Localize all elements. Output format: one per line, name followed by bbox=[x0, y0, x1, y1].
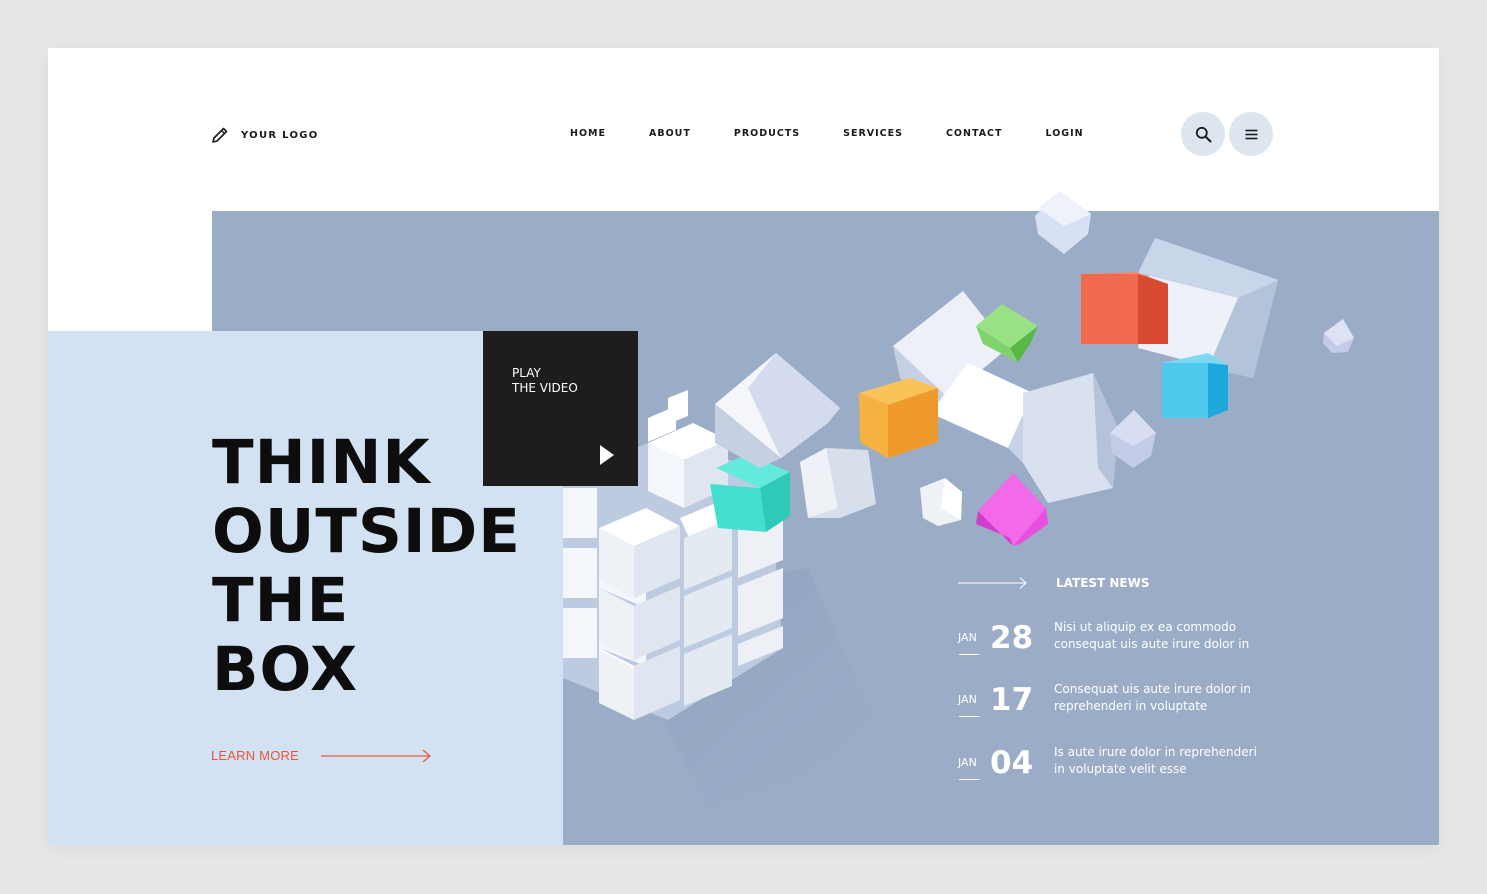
page-frame: YOUR LOGO HOME ABOUT PRODUCTS SERVICES C… bbox=[48, 48, 1439, 845]
logo-text: YOUR LOGO bbox=[241, 129, 319, 141]
nav-contact[interactable]: CONTACT bbox=[946, 128, 1003, 139]
main-nav: HOME ABOUT PRODUCTS SERVICES CONTACT LOG… bbox=[570, 128, 1127, 139]
news-item[interactable]: JAN 04 Is aute irure dolor in reprehende… bbox=[958, 745, 1278, 799]
video-label-line-1: PLAY bbox=[512, 366, 541, 380]
nav-home[interactable]: HOME bbox=[570, 128, 606, 139]
nav-services[interactable]: SERVICES bbox=[843, 128, 903, 139]
search-icon bbox=[1195, 126, 1211, 142]
news-item[interactable]: JAN 28 Nisi ut aliquip ex ea commodo con… bbox=[958, 620, 1278, 674]
news-date-underline bbox=[959, 654, 979, 655]
arrow-right-icon bbox=[958, 577, 1027, 589]
menu-button[interactable] bbox=[1229, 112, 1273, 156]
latest-news: LATEST NEWS JAN 28 Nisi ut aliquip ex ea… bbox=[958, 576, 1257, 781]
learn-more-label: LEARN MORE bbox=[211, 748, 299, 763]
headline-line-3: THE bbox=[212, 565, 350, 636]
news-item[interactable]: JAN 17 Consequat uis aute irure dolor in… bbox=[958, 682, 1278, 736]
logo[interactable]: YOUR LOGO bbox=[211, 126, 319, 144]
menu-icon bbox=[1245, 129, 1257, 139]
video-label: PLAY THE VIDEO bbox=[512, 366, 578, 396]
video-label-line-2: THE VIDEO bbox=[512, 381, 578, 395]
pencil-icon bbox=[212, 127, 228, 143]
nav-login[interactable]: LOGIN bbox=[1046, 128, 1084, 139]
headline-line-2: OUTSIDE bbox=[212, 496, 521, 567]
news-title: LATEST NEWS bbox=[1056, 576, 1150, 590]
news-day: 04 bbox=[990, 745, 1034, 781]
news-text: Consequat uis aute irure dolor in repreh… bbox=[1054, 682, 1251, 713]
headline-line-1: THINK bbox=[212, 427, 431, 498]
news-header: LATEST NEWS bbox=[958, 576, 1150, 590]
search-button[interactable] bbox=[1181, 112, 1225, 156]
news-text: Nisi ut aliquip ex ea commodo consequat … bbox=[1054, 620, 1250, 651]
play-icon bbox=[600, 445, 614, 465]
nav-about[interactable]: ABOUT bbox=[649, 128, 691, 139]
news-day: 17 bbox=[990, 682, 1034, 718]
news-date-underline bbox=[959, 779, 979, 780]
news-month: JAN bbox=[958, 756, 977, 769]
news-month: JAN bbox=[958, 631, 977, 644]
learn-more-link[interactable]: LEARN MORE bbox=[211, 748, 433, 763]
play-video-button[interactable]: PLAY THE VIDEO bbox=[483, 331, 638, 486]
news-day: 28 bbox=[990, 620, 1034, 656]
news-date-underline bbox=[959, 716, 979, 717]
news-month: JAN bbox=[958, 693, 977, 706]
nav-products[interactable]: PRODUCTS bbox=[734, 128, 800, 139]
headline-line-4: BOX bbox=[212, 634, 359, 705]
hero-headline: THINK OUTSIDE THE BOX bbox=[212, 428, 521, 704]
arrow-right-icon bbox=[320, 749, 431, 762]
news-text: Is aute irure dolor in reprehenderi in v… bbox=[1054, 745, 1257, 776]
